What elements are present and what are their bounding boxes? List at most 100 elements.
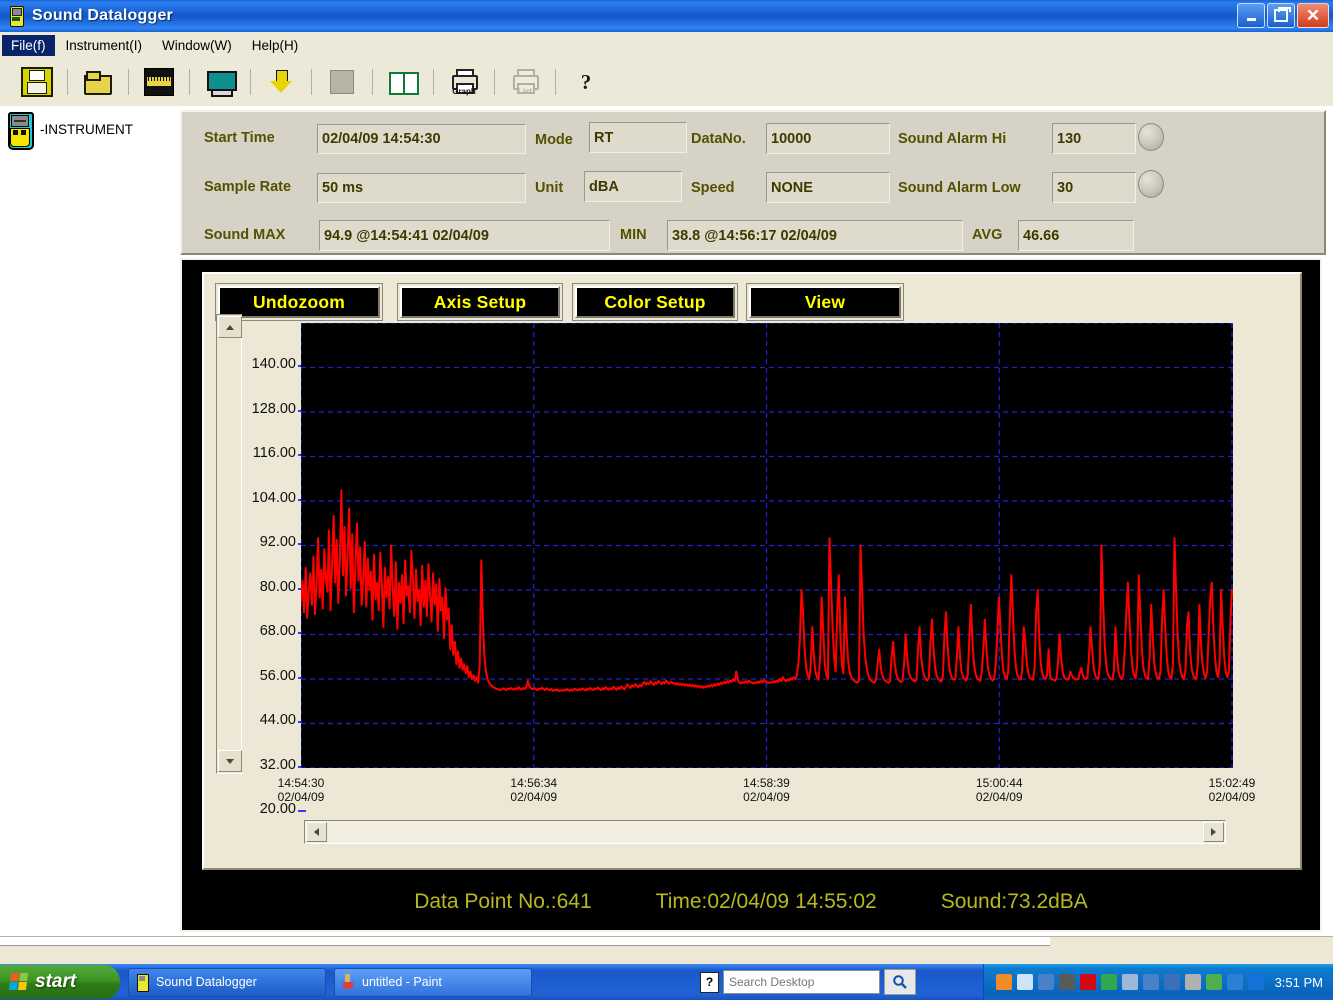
x-axis-tick-label: 14:58:3902/04/09 <box>722 776 812 804</box>
windows-flag-icon <box>9 973 30 991</box>
x-axis-tick-label: 14:54:3002/04/09 <box>256 776 346 804</box>
toolbar-separator <box>555 69 556 95</box>
y-axis-tick-label: 128.00 <box>224 401 296 417</box>
sound-avg-label: AVG <box>972 227 1002 243</box>
datalogger-icon <box>7 6 25 26</box>
desktop-search: ? Search Desktop <box>700 969 916 995</box>
clock[interactable]: 3:51 PM <box>1275 975 1323 990</box>
stop-button[interactable] <box>321 65 363 99</box>
display-icon[interactable] <box>1122 974 1138 990</box>
minimize-button[interactable] <box>1237 3 1265 28</box>
window-title: Sound Datalogger <box>32 7 173 25</box>
java-icon[interactable] <box>996 974 1012 990</box>
y-axis-tick-label: 116.00 <box>224 445 296 461</box>
unit-label: Unit <box>535 180 563 196</box>
desktop-strip <box>0 936 1333 965</box>
mcafee-icon[interactable] <box>1080 974 1096 990</box>
question-icon[interactable]: ? <box>700 972 719 993</box>
download-arrow-icon <box>267 69 295 95</box>
menu-item-help[interactable]: Help(H) <box>243 35 308 56</box>
sound-max-value: 94.9 @14:54:41 02/04/09 <box>319 220 610 251</box>
taskbar-item-paint[interactable]: untitled - Paint <box>334 968 532 997</box>
y-axis-tick-label: 44.00 <box>224 712 296 728</box>
window-controls: ✕ <box>1237 3 1329 28</box>
time-readout: Time:02/04/09 14:55:02 <box>656 890 877 914</box>
graph-status-bar: Data Point No.:641 Time:02/04/09 14:55:0… <box>182 882 1320 922</box>
alarm-low-indicator <box>1138 170 1164 198</box>
monitor-button[interactable] <box>199 65 241 99</box>
help-button[interactable]: ? <box>565 65 607 99</box>
open-button[interactable] <box>77 65 119 99</box>
magnifier-icon <box>892 974 908 990</box>
volume-icon[interactable] <box>1185 974 1201 990</box>
menu-item-file[interactable]: File(f) <box>2 35 55 56</box>
print-list-caption: List <box>511 87 539 96</box>
y-axis-labels: 140.00128.00116.00104.0092.0080.0068.005… <box>224 316 296 776</box>
speed-label: Speed <box>691 180 735 196</box>
undozoom-button[interactable]: Undozoom <box>218 286 380 318</box>
sidebar-item-label: -INSTRUMENT <box>40 122 133 137</box>
printer-graph-icon: Graph <box>450 69 478 95</box>
search-input[interactable]: Search Desktop <box>723 970 880 994</box>
sound-meter-icon <box>6 112 32 146</box>
goggles-icon[interactable] <box>1059 974 1075 990</box>
taskbar-item-label: untitled - Paint <box>362 975 442 989</box>
axis-setup-button[interactable]: Axis Setup <box>400 286 560 318</box>
datalogger-icon <box>135 974 149 990</box>
table-button[interactable] <box>382 65 424 99</box>
application-window: Sound Datalogger ✕ File(f) Instrument(I)… <box>0 0 1333 1000</box>
sync-icon[interactable] <box>1206 974 1222 990</box>
start-time-value: 02/04/09 14:54:30 <box>317 124 526 154</box>
taskbar-item-label: Sound Datalogger <box>156 975 257 989</box>
mode-label: Mode <box>535 132 573 148</box>
scroll-right-button[interactable] <box>1203 822 1224 842</box>
scroll-left-button[interactable] <box>306 822 327 842</box>
network-error-icon[interactable] <box>1143 974 1159 990</box>
printer-list-icon: List <box>511 69 539 95</box>
color-setup-button[interactable]: Color Setup <box>575 286 735 318</box>
x-axis-tick-label: 15:00:4402/04/09 <box>954 776 1044 804</box>
battery-icon[interactable] <box>1227 974 1243 990</box>
open-folder-icon <box>84 69 112 95</box>
desktop-strip-inner <box>0 937 1050 946</box>
plot-area[interactable] <box>301 323 1233 768</box>
x-axis-labels: 14:54:3002/04/0914:56:3402/04/0914:58:39… <box>264 774 1284 808</box>
maximize-button[interactable] <box>1267 3 1295 28</box>
save-button[interactable] <box>16 65 58 99</box>
monitor-icon <box>206 69 234 95</box>
help-question-icon: ? <box>572 69 600 95</box>
sound-level-chart[interactable] <box>301 323 1233 768</box>
taskbar-item-sound-datalogger[interactable]: Sound Datalogger <box>128 968 326 997</box>
book-icon <box>389 69 417 95</box>
view-button[interactable]: View <box>749 286 901 318</box>
bluetooth-icon[interactable] <box>1248 974 1264 990</box>
wireless-icon[interactable] <box>1101 974 1117 990</box>
menu-item-instrument[interactable]: Instrument(I) <box>57 35 152 56</box>
graph-canvas-area: Undozoom Axis Setup Color Setup View 140… <box>202 272 1302 870</box>
print-list-button[interactable]: List <box>504 65 546 99</box>
sidebar-item-instrument[interactable]: -INSTRUMENT <box>0 106 176 152</box>
network-disconnected-icon[interactable] <box>1038 974 1054 990</box>
toolbar-separator <box>311 69 312 95</box>
menu-item-window[interactable]: Window(W) <box>153 35 241 56</box>
instrument-tree-panel: -INSTRUMENT <box>0 106 178 936</box>
magnifier-icon[interactable] <box>1017 974 1033 990</box>
y-axis-tick-label: 32.00 <box>224 757 296 773</box>
download-button[interactable] <box>260 65 302 99</box>
monitor-blue-icon[interactable] <box>1164 974 1180 990</box>
graph-horizontal-scrollbar[interactable] <box>304 820 1226 844</box>
datano-value: 10000 <box>766 123 890 154</box>
datano-label: DataNo. <box>691 131 746 147</box>
toolbar-separator <box>250 69 251 95</box>
close-button[interactable]: ✕ <box>1297 3 1329 28</box>
toolbar-separator <box>433 69 434 95</box>
start-button[interactable]: start <box>0 965 120 999</box>
print-graph-button[interactable]: Graph <box>443 65 485 99</box>
measure-button[interactable] <box>138 65 180 99</box>
y-axis-tick-label: 140.00 <box>224 356 296 372</box>
stop-square-icon <box>330 70 354 94</box>
search-icon[interactable] <box>884 969 916 995</box>
alarm-hi-value: 130 <box>1052 123 1136 154</box>
sound-min-label: MIN <box>620 227 647 243</box>
x-axis-tick-label: 15:02:4902/04/09 <box>1187 776 1277 804</box>
